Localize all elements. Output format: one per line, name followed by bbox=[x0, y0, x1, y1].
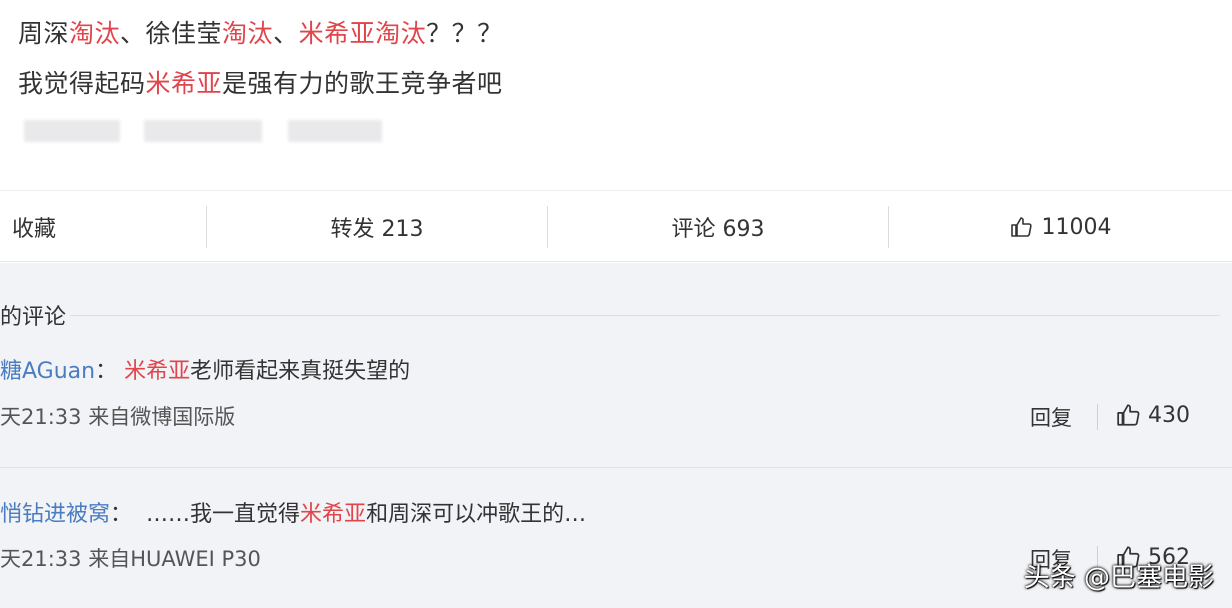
post-text-line-1: 周深淘汰、徐佳莹淘汰、米希亚淘汰？？？ bbox=[18, 14, 503, 50]
like-count: 11004 bbox=[1041, 214, 1112, 240]
highlight-keyword[interactable]: 米希亚 bbox=[300, 502, 366, 527]
comment-segment: ……我一直觉得 bbox=[146, 502, 301, 527]
comment-content: 糖AGuan： 米希亚老师看起来真挺失望的 bbox=[0, 353, 410, 385]
highlight-keyword[interactable]: 米希亚 bbox=[146, 69, 223, 98]
comment-like-count: 430 bbox=[1148, 402, 1190, 428]
post-segment: 周深 bbox=[18, 19, 70, 48]
favorite-button[interactable]: 收藏 bbox=[0, 191, 206, 263]
post-segment: ？？？ bbox=[426, 19, 503, 48]
comment-content: 悄钻进被窝： ……我一直觉得米希亚和周深可以冲歌王的… bbox=[0, 496, 586, 528]
blurred-block bbox=[288, 120, 382, 142]
post-segment: 我觉得起码 bbox=[18, 69, 146, 98]
favorite-label: 收藏 bbox=[12, 217, 57, 242]
highlight-keyword[interactable]: 米希亚 bbox=[124, 359, 190, 384]
comment-label: 评论 693 bbox=[671, 217, 765, 242]
comment-separator: ： bbox=[95, 359, 118, 384]
post-segment: 、 bbox=[273, 19, 299, 48]
divider bbox=[0, 467, 1232, 468]
comment-segment: 老师看起来真挺失望的 bbox=[190, 359, 411, 384]
like-button[interactable]: 11004 bbox=[889, 191, 1232, 263]
post-segment: 是强有力的歌王竞争者吧 bbox=[222, 69, 503, 98]
forward-label: 转发 213 bbox=[330, 217, 424, 242]
blurred-block bbox=[144, 120, 262, 142]
reply-button[interactable]: 回复 bbox=[1030, 402, 1072, 432]
forward-button[interactable]: 转发 213 bbox=[207, 191, 547, 263]
watermark: 头条 @巴塞电影 bbox=[1023, 563, 1214, 593]
divider bbox=[1097, 404, 1098, 430]
comment-username[interactable]: 悄钻进被窝 bbox=[0, 502, 110, 527]
comment-meta: 天21:33 来自微博国际版 bbox=[0, 405, 236, 429]
action-bar: 收藏 转发 213 评论 693 11004 bbox=[0, 190, 1232, 262]
post-body: 周深淘汰、徐佳莹淘汰、米希亚淘汰？？？ 我觉得起码米希亚是强有力的歌王竞争者吧 bbox=[0, 0, 1232, 190]
post-segment: 、徐佳莹 bbox=[120, 19, 223, 48]
comments-title: 的评论 bbox=[0, 305, 67, 330]
comment-username[interactable]: 糖AGuan bbox=[0, 359, 95, 384]
comment-separator: ： bbox=[110, 502, 133, 527]
comment-like-button[interactable]: 430 bbox=[1116, 402, 1190, 428]
divider bbox=[70, 315, 1220, 316]
thumbs-up-icon bbox=[1117, 404, 1140, 426]
blurred-block bbox=[24, 120, 120, 142]
comment-meta: 天21:33 来自HUAWEI P30 bbox=[0, 547, 261, 571]
highlight-keyword[interactable]: 淘汰 bbox=[222, 19, 273, 48]
highlight-keyword[interactable]: 米希亚淘汰 bbox=[299, 19, 427, 48]
post-text-line-2: 我觉得起码米希亚是强有力的歌王竞争者吧 bbox=[18, 64, 503, 100]
highlight-keyword[interactable]: 淘汰 bbox=[69, 19, 120, 48]
comment-segment: 和周深可以冲歌王的… bbox=[366, 502, 587, 527]
comment-button[interactable]: 评论 693 bbox=[548, 191, 888, 263]
thumbs-up-icon bbox=[1010, 217, 1032, 237]
